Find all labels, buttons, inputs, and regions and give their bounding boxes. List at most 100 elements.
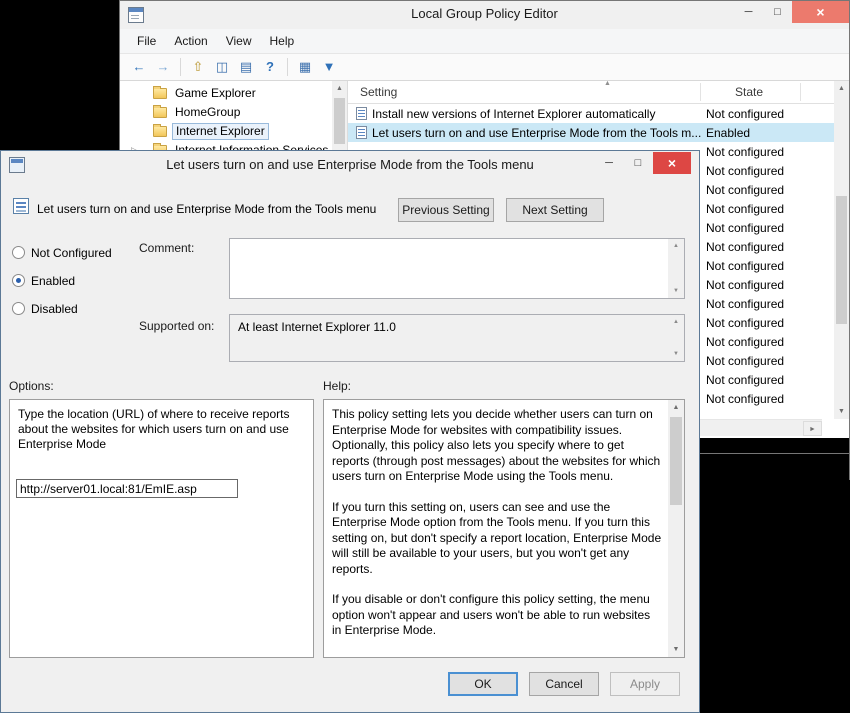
dialog-titlebar[interactable]: Let users turn on and use Enterprise Mod…: [1, 151, 699, 180]
column-divider[interactable]: [700, 83, 701, 101]
scroll-down-icon[interactable]: ▼: [668, 347, 684, 361]
comment-scrollbar[interactable]: ▲ ▼: [668, 239, 684, 298]
apply-button[interactable]: Apply: [610, 672, 680, 696]
tree-item-label: HomeGroup: [172, 105, 243, 120]
column-divider[interactable]: [800, 83, 801, 101]
supported-on-label: Supported on:: [139, 319, 214, 333]
minimize-icon: ─: [605, 157, 613, 169]
state-cell: Not configured: [706, 335, 784, 349]
maximize-icon: □: [774, 6, 781, 18]
toolbar-separator: [180, 58, 181, 76]
radio-disabled[interactable]: [12, 302, 25, 315]
radio-enabled-label[interactable]: Enabled: [31, 274, 75, 288]
tree-item-label-selected: Internet Explorer: [172, 123, 269, 140]
help-panel: This policy setting lets you decide whet…: [323, 399, 685, 658]
scroll-up-icon[interactable]: ▲: [668, 400, 684, 415]
list-vertical-scrollbar[interactable]: ▲ ▼: [834, 81, 849, 419]
tree-item-game-explorer[interactable]: Game Explorer: [120, 84, 347, 103]
close-button[interactable]: ×: [792, 1, 849, 23]
scroll-up-icon[interactable]: ▲: [668, 239, 684, 253]
report-url-input[interactable]: [16, 479, 238, 498]
ok-button[interactable]: OK: [448, 672, 518, 696]
supported-on-textarea[interactable]: At least Internet Explorer 11.0 ▲ ▼: [229, 314, 685, 362]
help-scrollbar-thumb[interactable]: [670, 417, 682, 505]
radio-not-configured-label[interactable]: Not Configured: [31, 246, 112, 260]
maximize-icon: □: [635, 157, 642, 169]
state-cell: Enabled: [706, 126, 750, 140]
scroll-up-icon[interactable]: ▲: [834, 81, 849, 96]
toolbar-separator: [287, 58, 288, 76]
column-header-state[interactable]: State: [735, 85, 763, 99]
radio-disabled-label[interactable]: Disabled: [31, 302, 78, 316]
scroll-down-icon[interactable]: ▼: [834, 404, 849, 419]
menu-file[interactable]: File: [128, 29, 165, 53]
options-panel: Type the location (URL) of where to rece…: [9, 399, 314, 658]
help-paragraph: If you turn this setting on, users can s…: [332, 500, 662, 578]
state-cell: Not configured: [706, 145, 784, 159]
back-icon[interactable]: ←: [128, 57, 150, 77]
state-cell: Not configured: [706, 373, 784, 387]
state-cell: Not configured: [706, 164, 784, 178]
policy-name: Let users turn on and use Enterprise Mod…: [37, 202, 387, 216]
policy-icon: [13, 198, 29, 214]
settings-row-selected[interactable]: Let users turn on and use Enterprise Mod…: [348, 123, 834, 142]
console-tree-icon[interactable]: ◫: [211, 57, 233, 77]
close-icon: ×: [816, 4, 824, 20]
options-label: Options:: [9, 379, 54, 393]
scroll-down-icon[interactable]: ▼: [668, 642, 684, 657]
list-scrollbar-thumb[interactable]: [836, 196, 847, 324]
dialog-close-button[interactable]: ×: [653, 152, 691, 174]
up-level-icon[interactable]: ⇧: [187, 57, 209, 77]
forward-icon[interactable]: →: [152, 57, 174, 77]
gpe-titlebar[interactable]: Local Group Policy Editor ─ □ ×: [120, 1, 849, 29]
help-scrollbar[interactable]: ▲ ▼: [668, 400, 684, 657]
state-cell: Not configured: [706, 278, 784, 292]
column-header-setting[interactable]: Setting: [360, 85, 397, 99]
scroll-up-icon[interactable]: ▲: [332, 81, 347, 96]
help-label: Help:: [323, 379, 351, 393]
scroll-right-icon[interactable]: ►: [803, 421, 822, 436]
tree-item-internet-explorer[interactable]: Internet Explorer: [120, 122, 347, 141]
sort-ascending-icon: ▲: [604, 80, 611, 87]
radio-enabled[interactable]: [12, 274, 25, 287]
menu-action[interactable]: Action: [165, 29, 216, 53]
state-cell: Not configured: [706, 297, 784, 311]
state-cell: Not configured: [706, 354, 784, 368]
state-cell: Not configured: [706, 392, 784, 406]
filter-icon[interactable]: ▼: [318, 57, 340, 77]
window-grid-icon[interactable]: ▦: [294, 57, 316, 77]
folder-icon: [153, 126, 167, 137]
supported-scrollbar[interactable]: ▲ ▼: [668, 315, 684, 361]
tree-item-label: Game Explorer: [172, 86, 259, 101]
menu-view[interactable]: View: [217, 29, 261, 53]
comment-textarea[interactable]: ▲ ▼: [229, 238, 685, 299]
menu-help[interactable]: Help: [261, 29, 304, 53]
setting-cell: Install new versions of Internet Explore…: [372, 107, 655, 121]
settings-row[interactable]: Install new versions of Internet Explore…: [348, 104, 834, 123]
previous-setting-button[interactable]: Previous Setting: [398, 198, 494, 222]
setting-cell: Let users turn on and use Enterprise Mod…: [372, 126, 701, 140]
cancel-button[interactable]: Cancel: [529, 672, 599, 696]
minimize-icon: ─: [745, 6, 753, 18]
comment-label: Comment:: [139, 241, 194, 255]
folder-icon: [153, 88, 167, 99]
policy-item-icon: [356, 107, 367, 120]
menu-bar: File Action View Help: [120, 29, 849, 54]
tree-scrollbar-thumb[interactable]: [334, 98, 345, 144]
scroll-down-icon[interactable]: ▼: [668, 284, 684, 298]
maximize-button[interactable]: □: [763, 1, 792, 23]
dialog-minimize-button[interactable]: ─: [595, 152, 623, 174]
tree-item-homegroup[interactable]: HomeGroup: [120, 103, 347, 122]
next-setting-button[interactable]: Next Setting: [506, 198, 604, 222]
scroll-up-icon[interactable]: ▲: [668, 315, 684, 329]
state-cell: Not configured: [706, 202, 784, 216]
state-cell: Not configured: [706, 183, 784, 197]
export-list-icon[interactable]: ▤: [235, 57, 257, 77]
folder-icon: [153, 107, 167, 118]
help-icon[interactable]: ?: [259, 57, 281, 77]
minimize-button[interactable]: ─: [734, 1, 763, 23]
radio-not-configured[interactable]: [12, 246, 25, 259]
policy-dialog: Let users turn on and use Enterprise Mod…: [0, 150, 700, 713]
supported-on-value: At least Internet Explorer 11.0: [238, 320, 396, 334]
dialog-maximize-button[interactable]: □: [624, 152, 652, 174]
